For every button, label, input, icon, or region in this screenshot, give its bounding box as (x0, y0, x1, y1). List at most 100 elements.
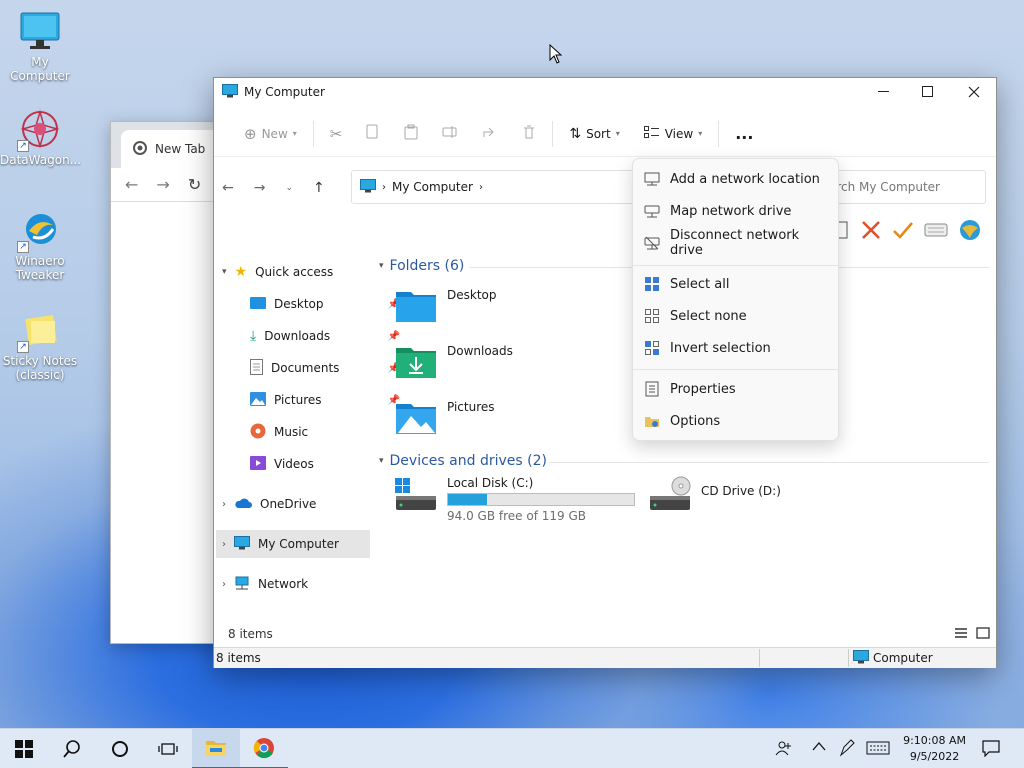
folder-downloads[interactable]: Downloads (395, 344, 513, 380)
menu-item-properties[interactable]: Properties (638, 374, 835, 404)
navigation-buttons: ← → ⌄ ↑ (222, 180, 325, 196)
close-button[interactable] (951, 78, 997, 106)
back-arrow-icon[interactable]: ← (222, 180, 234, 196)
trash-icon (522, 124, 536, 143)
music-icon (250, 423, 266, 442)
menu-item-disconnect-network-drive[interactable]: Disconnect network drive (638, 228, 835, 258)
search-button[interactable] (48, 729, 96, 768)
computer-icon (853, 649, 869, 667)
menu-item-add-network-location[interactable]: Add a network location (638, 164, 835, 194)
menu-item-select-all[interactable]: Select all (638, 269, 835, 299)
back-icon[interactable]: ← (125, 175, 138, 194)
touch-keyboard-icon[interactable] (866, 741, 890, 758)
share-button[interactable] (470, 119, 510, 149)
taskbar: 9:10:08 AM 9/5/2022 (0, 728, 1024, 768)
more-options-menu: Add a network location Map network drive… (632, 158, 839, 441)
people-icon[interactable] (775, 739, 793, 760)
cortana-circle-icon (112, 740, 128, 757)
delete-button[interactable] (510, 119, 548, 149)
search-icon (63, 739, 80, 758)
menu-label: Select all (670, 276, 730, 292)
address-bar[interactable]: › My Computer › (351, 170, 641, 204)
task-view-icon (158, 742, 178, 755)
paste-button[interactable] (392, 119, 430, 149)
taskbar-file-explorer[interactable] (192, 728, 240, 768)
desktop-icon-label: DataWagon... (0, 153, 82, 167)
share-icon (482, 125, 498, 142)
breadcrumb-location[interactable]: My Computer (392, 180, 473, 194)
navigation-pane: ▾ ★ Quick access Desktop 📌 ⤓ Downloads 📌… (214, 258, 400, 628)
menu-label: Properties (670, 381, 736, 397)
drive-local-disk-c[interactable]: Local Disk (C:) 94.0 GB free of 119 GB (395, 476, 635, 523)
menu-item-select-none[interactable]: Select none (638, 301, 835, 331)
computer-icon (222, 83, 238, 101)
tiles-view-icon[interactable] (976, 627, 990, 642)
folder-pictures[interactable]: Pictures (395, 400, 495, 436)
explorer-window[interactable]: My Computer ⊕ New ▾ ✂ ⇅ Sort ▾ View ▾ ..… (213, 77, 997, 668)
chrome-nav-bar: ← → ↻ (111, 168, 229, 202)
chevron-down-icon: ▾ (615, 129, 620, 138)
more-options-button[interactable]: ... (723, 119, 765, 149)
breadcrumb-chevron-icon[interactable]: › (382, 182, 386, 193)
nav-item-my-computer[interactable]: › My Computer (216, 530, 370, 558)
checkmark-icon[interactable] (892, 219, 914, 244)
drive-free-space: 94.0 GB free of 119 GB (447, 509, 586, 523)
drive-cd-d[interactable]: CD Drive (D:) (649, 476, 781, 512)
clock[interactable]: 9:10:08 AM 9/5/2022 (903, 733, 966, 765)
devices-group-header[interactable]: ▾ Devices and drives (2) (379, 453, 547, 469)
desktop-icon-sticky-notes[interactable]: ↗ Sticky Notes (classic) (0, 309, 80, 382)
menu-label: Map network drive (670, 203, 792, 219)
notifications-icon[interactable] (982, 739, 1000, 760)
nav-item-onedrive[interactable]: › OneDrive (222, 490, 376, 518)
nav-item-network[interactable]: › Network (222, 570, 376, 598)
cortana-button[interactable] (96, 729, 144, 768)
view-button[interactable]: View ▾ (632, 119, 715, 149)
minimize-button[interactable] (861, 78, 907, 106)
search-text: arch My Computer (829, 180, 940, 194)
red-x-icon[interactable] (860, 219, 882, 244)
taskbar-chrome[interactable] (240, 729, 288, 768)
menu-item-map-network-drive[interactable]: Map network drive (638, 196, 835, 226)
cut-button[interactable]: ✂ (318, 119, 355, 149)
start-button[interactable] (0, 729, 48, 768)
desktop-icon-my-computer[interactable]: My Computer (0, 10, 80, 83)
forward-arrow-icon[interactable]: → (254, 180, 266, 196)
details-view-icon[interactable] (954, 627, 968, 642)
show-hidden-icons-chevron-icon[interactable] (812, 740, 826, 754)
pen-icon[interactable] (838, 738, 856, 761)
status-bar: 8 items Computer (214, 647, 996, 668)
search-box[interactable]: arch My Computer (814, 170, 986, 204)
copy-button[interactable] (354, 119, 392, 149)
forward-icon[interactable]: → (156, 175, 169, 194)
globe-icon[interactable] (958, 218, 982, 245)
new-button[interactable]: ⊕ New ▾ (232, 119, 309, 149)
sort-button[interactable]: ⇅ Sort ▾ (557, 119, 631, 149)
menu-item-invert-selection[interactable]: Invert selection (638, 333, 835, 363)
new-label: New (261, 126, 288, 141)
task-view-button[interactable] (144, 729, 192, 768)
more-dots-icon: ... (735, 124, 754, 143)
up-arrow-icon[interactable]: ↑ (313, 180, 325, 196)
nav-item-quick-access[interactable]: ▾ ★ Quick access (222, 258, 376, 286)
menu-item-options[interactable]: Options (638, 406, 835, 436)
desktop-icon-winaero[interactable]: ↗ Winaero Tweaker (0, 209, 80, 282)
folders-group-header[interactable]: ▾ Folders (6) (379, 258, 464, 274)
nav-label: Documents (271, 361, 340, 375)
download-arrow-icon: ⤓ (250, 328, 257, 344)
recent-locations-chevron-icon[interactable]: ⌄ (285, 183, 293, 193)
keyboard-icon[interactable] (924, 222, 948, 241)
winaero-icon: ↗ (17, 209, 61, 253)
chevron-down-icon: ▾ (379, 456, 384, 466)
reload-icon[interactable]: ↻ (188, 175, 201, 194)
nav-label: Desktop (274, 297, 324, 311)
maximize-button[interactable] (905, 78, 951, 106)
paste-icon (404, 124, 418, 143)
desktop-icon-datawagon[interactable]: ↗ DataWagon... (0, 108, 82, 167)
rename-button[interactable] (430, 119, 470, 149)
breadcrumb-chevron-icon[interactable]: › (479, 182, 483, 193)
chrome-logo-icon (133, 140, 147, 158)
chrome-window[interactable]: New Tab ← → ↻ (110, 121, 231, 644)
folder-desktop[interactable]: Desktop (395, 288, 497, 324)
chevron-down-icon: ▾ (222, 267, 227, 277)
group-label: Folders (6) (389, 258, 465, 274)
